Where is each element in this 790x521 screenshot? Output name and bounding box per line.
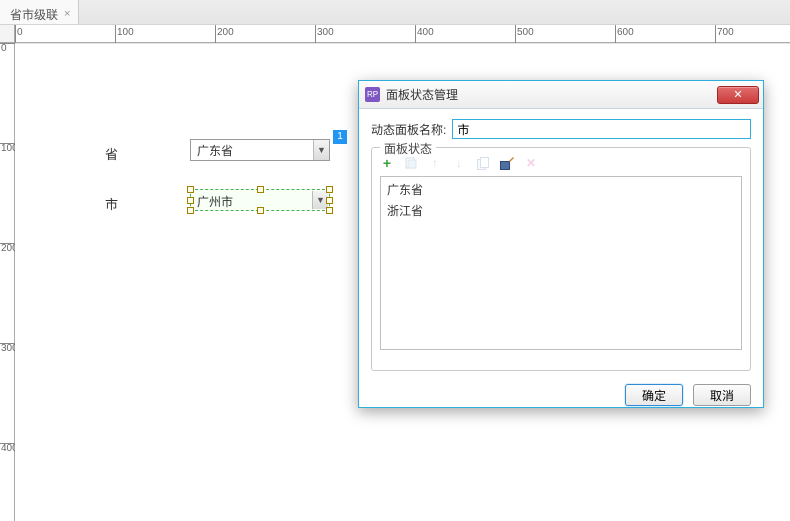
resize-handle-nw[interactable] (187, 186, 194, 193)
province-dropdown[interactable]: 广东省 ▼ (190, 139, 330, 161)
ruler-horizontal: 0 100 200 300 400 500 600 700 (15, 25, 790, 43)
document-tab[interactable]: 省市级联 × (0, 0, 79, 24)
province-value: 广东省 (191, 142, 313, 159)
dialog-close-button[interactable]: ✕ (717, 86, 759, 104)
ruler-corner (0, 25, 15, 43)
dialog-title: 面板状态管理 (386, 86, 717, 103)
app-badge-icon: RP (365, 87, 380, 102)
city-label: 市 (105, 194, 118, 213)
chevron-down-icon[interactable]: ▼ (313, 140, 329, 160)
state-item[interactable]: 广东省 (381, 179, 741, 200)
delete-state-icon: ✕ (524, 156, 538, 170)
tab-title: 省市级联 (10, 6, 58, 23)
panel-state-manager-dialog: RP 面板状态管理 ✕ 动态面板名称: 面板状态 + ↑ ↓ (358, 80, 764, 408)
footnote-badge[interactable]: 1 (333, 130, 347, 144)
resize-handle-s[interactable] (257, 207, 264, 214)
add-state-icon[interactable]: + (380, 156, 394, 170)
resize-handle-w[interactable] (187, 197, 194, 204)
close-icon: ✕ (733, 89, 742, 101)
resize-handle-n[interactable] (257, 186, 264, 193)
resize-handle-e[interactable] (326, 197, 333, 204)
resize-handle-sw[interactable] (187, 207, 194, 214)
dialog-footer: 确定 取消 (359, 377, 763, 413)
fieldset-legend: 面板状态 (380, 140, 436, 157)
dialog-body: 动态面板名称: 面板状态 + ↑ ↓ ✕ 广东省 (359, 109, 763, 377)
province-label: 省 (105, 144, 118, 163)
resize-handle-se[interactable] (326, 207, 333, 214)
panel-name-label: 动态面板名称: (371, 121, 446, 138)
ok-button[interactable]: 确定 (625, 384, 683, 406)
edit-state-icon[interactable] (500, 156, 514, 170)
panel-name-row: 动态面板名称: (371, 119, 751, 139)
copy-state-icon (404, 156, 418, 170)
tabbar-fill (79, 0, 790, 24)
dialog-titlebar[interactable]: RP 面板状态管理 ✕ (359, 81, 763, 109)
panel-states-fieldset: 面板状态 + ↑ ↓ ✕ 广东省 浙江省 (371, 147, 751, 371)
state-item[interactable]: 浙江省 (381, 200, 741, 221)
panel-name-input[interactable] (452, 119, 751, 139)
states-listbox[interactable]: 广东省 浙江省 (380, 176, 742, 350)
move-up-icon: ↑ (428, 156, 442, 170)
close-icon[interactable]: × (64, 8, 70, 20)
city-dynamic-panel[interactable]: 广州市 ▼ (190, 189, 330, 211)
cancel-button[interactable]: 取消 (693, 384, 751, 406)
move-down-icon: ↓ (452, 156, 466, 170)
document-tabbar: 省市级联 × (0, 0, 790, 25)
resize-handle-ne[interactable] (326, 186, 333, 193)
duplicate-state-icon (476, 156, 490, 170)
ruler-vertical: 0 100 200 300 400 (0, 43, 15, 521)
